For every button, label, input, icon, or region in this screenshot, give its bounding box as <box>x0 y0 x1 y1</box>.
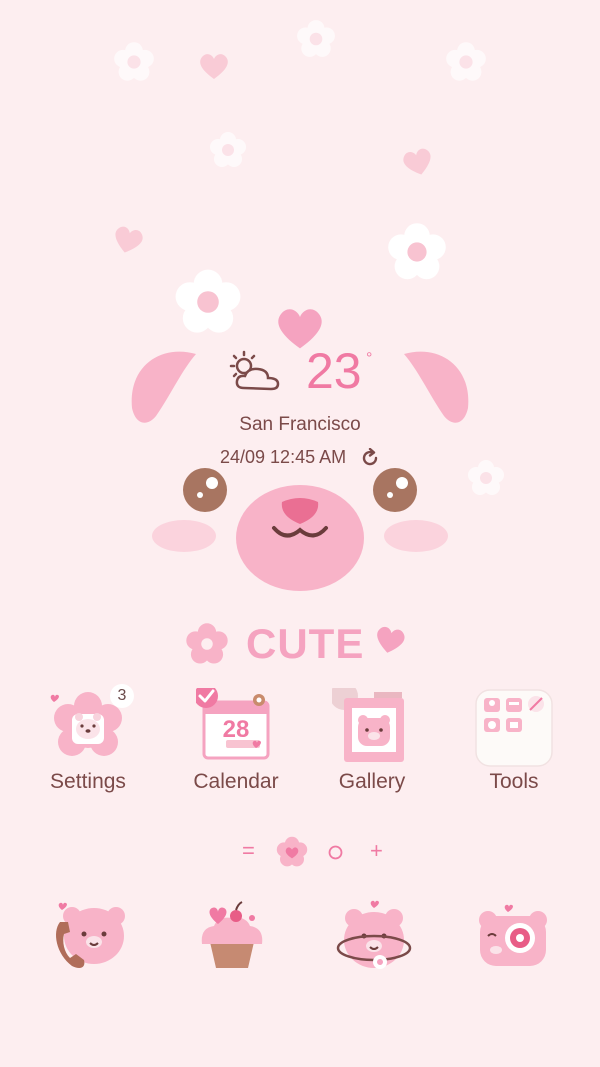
home-page-flower-icon[interactable] <box>275 836 309 868</box>
flower-icon <box>297 20 335 57</box>
add-page-button[interactable]: + <box>370 838 383 864</box>
app-label: Tools <box>489 770 539 793</box>
flower-icon <box>175 269 241 333</box>
camera-bear-icon[interactable] <box>474 898 558 982</box>
bear-eye-left <box>183 468 227 512</box>
app-tools-folder[interactable]: Tools <box>444 688 584 794</box>
refresh-icon[interactable] <box>360 448 380 468</box>
app-label: Gallery <box>338 770 406 793</box>
heart-icon <box>200 54 228 79</box>
app-label: Calendar <box>193 770 279 793</box>
notification-badge: 3 <box>110 684 134 708</box>
cupcake-icon[interactable] <box>190 898 274 982</box>
bear-cheek-left <box>152 520 216 552</box>
banner-text: CUTE <box>246 620 365 667</box>
app-calendar[interactable]: 28 Calendar <box>166 684 306 794</box>
heart-icon <box>377 626 405 653</box>
calendar-date: 28 <box>222 716 250 743</box>
partly-cloudy-icon <box>229 350 280 391</box>
bear-muzzle <box>236 485 364 591</box>
gallery-icon <box>330 682 412 768</box>
app-gallery[interactable]: Gallery <box>302 682 442 794</box>
app-settings[interactable]: 3 Settings <box>18 684 158 794</box>
settings-bear-icon: 3 <box>48 684 134 768</box>
temperature-unit: ° <box>366 350 373 367</box>
menu-icon[interactable]: = <box>242 838 255 864</box>
browser-bear-icon[interactable] <box>330 898 414 982</box>
heart-icon <box>115 226 143 253</box>
calendar-icon: 28 <box>194 684 276 768</box>
flower-icon <box>468 460 504 495</box>
flower-icon <box>388 223 446 280</box>
flower-icon <box>210 132 246 167</box>
page-dot[interactable] <box>328 845 343 860</box>
heart-icon <box>403 148 431 175</box>
tools-folder-icon <box>474 688 554 768</box>
app-label: Settings <box>50 770 126 793</box>
phone-bear-icon[interactable] <box>46 898 130 982</box>
city-name: San Francisco <box>239 414 361 435</box>
bear-eye-right <box>373 468 417 512</box>
flower-icon <box>446 42 486 81</box>
bear-cheek-right <box>384 520 448 552</box>
flower-icon <box>186 623 228 664</box>
flower-icon <box>114 42 154 81</box>
date-time: 24/09 12:45 AM <box>220 447 347 467</box>
temperature: 23 <box>306 343 362 399</box>
